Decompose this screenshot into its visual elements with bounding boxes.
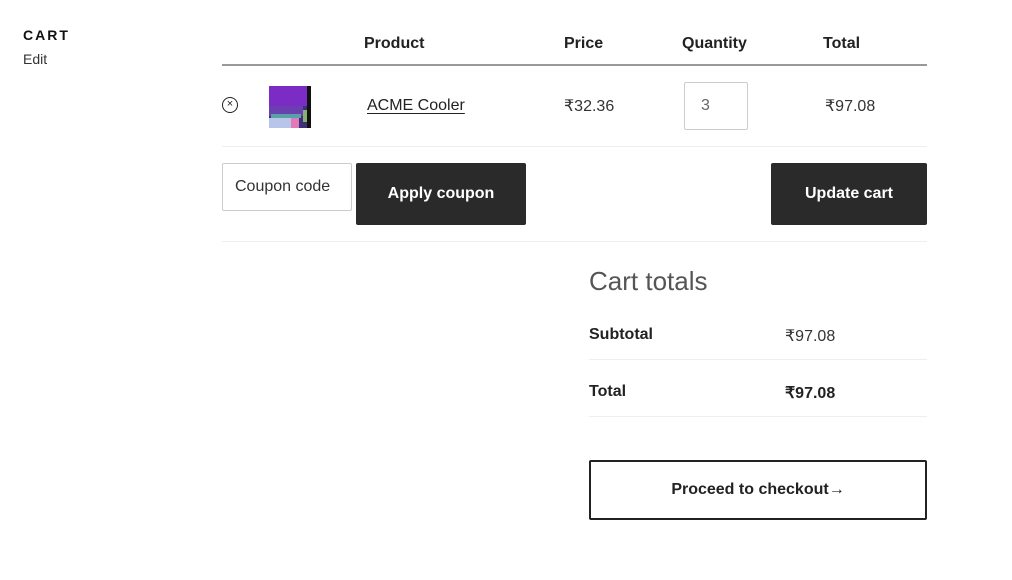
header-price: Price [564, 35, 604, 52]
cart-heading: CART [23, 27, 70, 43]
cart-totals: Cart totals Subtotal ₹97.08 Total ₹97.08 [589, 266, 927, 417]
cart-totals-title: Cart totals [589, 266, 708, 296]
table-row: × ACME Cooler ₹32.36 ₹97.08 [222, 66, 927, 147]
table-header: Product Price Quantity Total [222, 0, 927, 66]
subtotal-row: Subtotal ₹97.08 [589, 303, 927, 360]
subtotal-value: ₹97.08 [785, 328, 836, 345]
edit-link[interactable]: Edit [23, 51, 70, 67]
total-row: Total ₹97.08 [589, 360, 927, 417]
total-label: Total [589, 383, 627, 400]
product-link[interactable]: ACME Cooler [367, 97, 465, 115]
remove-item-icon[interactable]: × [222, 97, 238, 113]
coupon-code-input[interactable] [222, 163, 352, 211]
product-price: ₹32.36 [564, 98, 615, 115]
line-total: ₹97.08 [825, 98, 876, 115]
proceed-to-checkout-button[interactable]: Proceed to checkout→ [589, 460, 927, 520]
header-total: Total [823, 35, 861, 52]
header-quantity: Quantity [682, 35, 747, 52]
apply-coupon-button[interactable]: Apply coupon [356, 163, 526, 225]
header-product: Product [364, 35, 425, 52]
product-thumbnail[interactable] [269, 86, 311, 128]
update-cart-button[interactable]: Update cart [771, 163, 927, 225]
total-value: ₹97.08 [785, 385, 836, 402]
cart-actions: Apply coupon Update cart [222, 147, 927, 242]
cart-table: Product Price Quantity Total × ACME Cool… [222, 0, 927, 242]
cart-sidebar: CART Edit [23, 27, 70, 67]
quantity-input[interactable] [684, 82, 748, 130]
subtotal-label: Subtotal [589, 326, 653, 343]
